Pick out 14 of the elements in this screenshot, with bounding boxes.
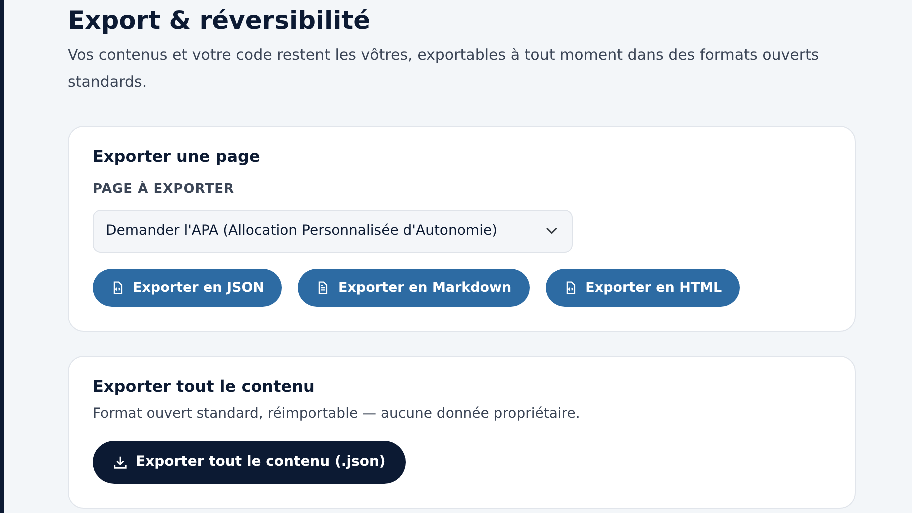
page-select[interactable]: Demander l'APA (Allocation Personnalisée d'Autonomie): [93, 210, 573, 253]
download-icon: [113, 455, 128, 470]
export-button[interactable]: Exporter en JSON: [93, 268, 282, 307]
card-title: Exporter une page: [93, 147, 262, 166]
page-description: Vos contenus et votre code restent les vôtres, exportables à tout moment dans des formats ouverts standards.: [68, 45, 820, 93]
export-button[interactable]: Exporter en Markdown: [298, 268, 530, 307]
card-title: Exporter tout le contenu: [93, 376, 316, 396]
export-button[interactable]: Exporter tout le contenu (.json): [93, 441, 406, 484]
export-button[interactable]: Exporter en HTML: [546, 268, 740, 307]
file-text-icon: [316, 280, 330, 295]
card-description: Format ouvert standard, réimportable — aucune donnée propriétaire.: [93, 405, 582, 424]
page-title: Export & réversibilité: [68, 6, 372, 36]
file-code-icon: [111, 280, 125, 295]
field-label: PAGE À EXPORTER: [93, 180, 236, 200]
